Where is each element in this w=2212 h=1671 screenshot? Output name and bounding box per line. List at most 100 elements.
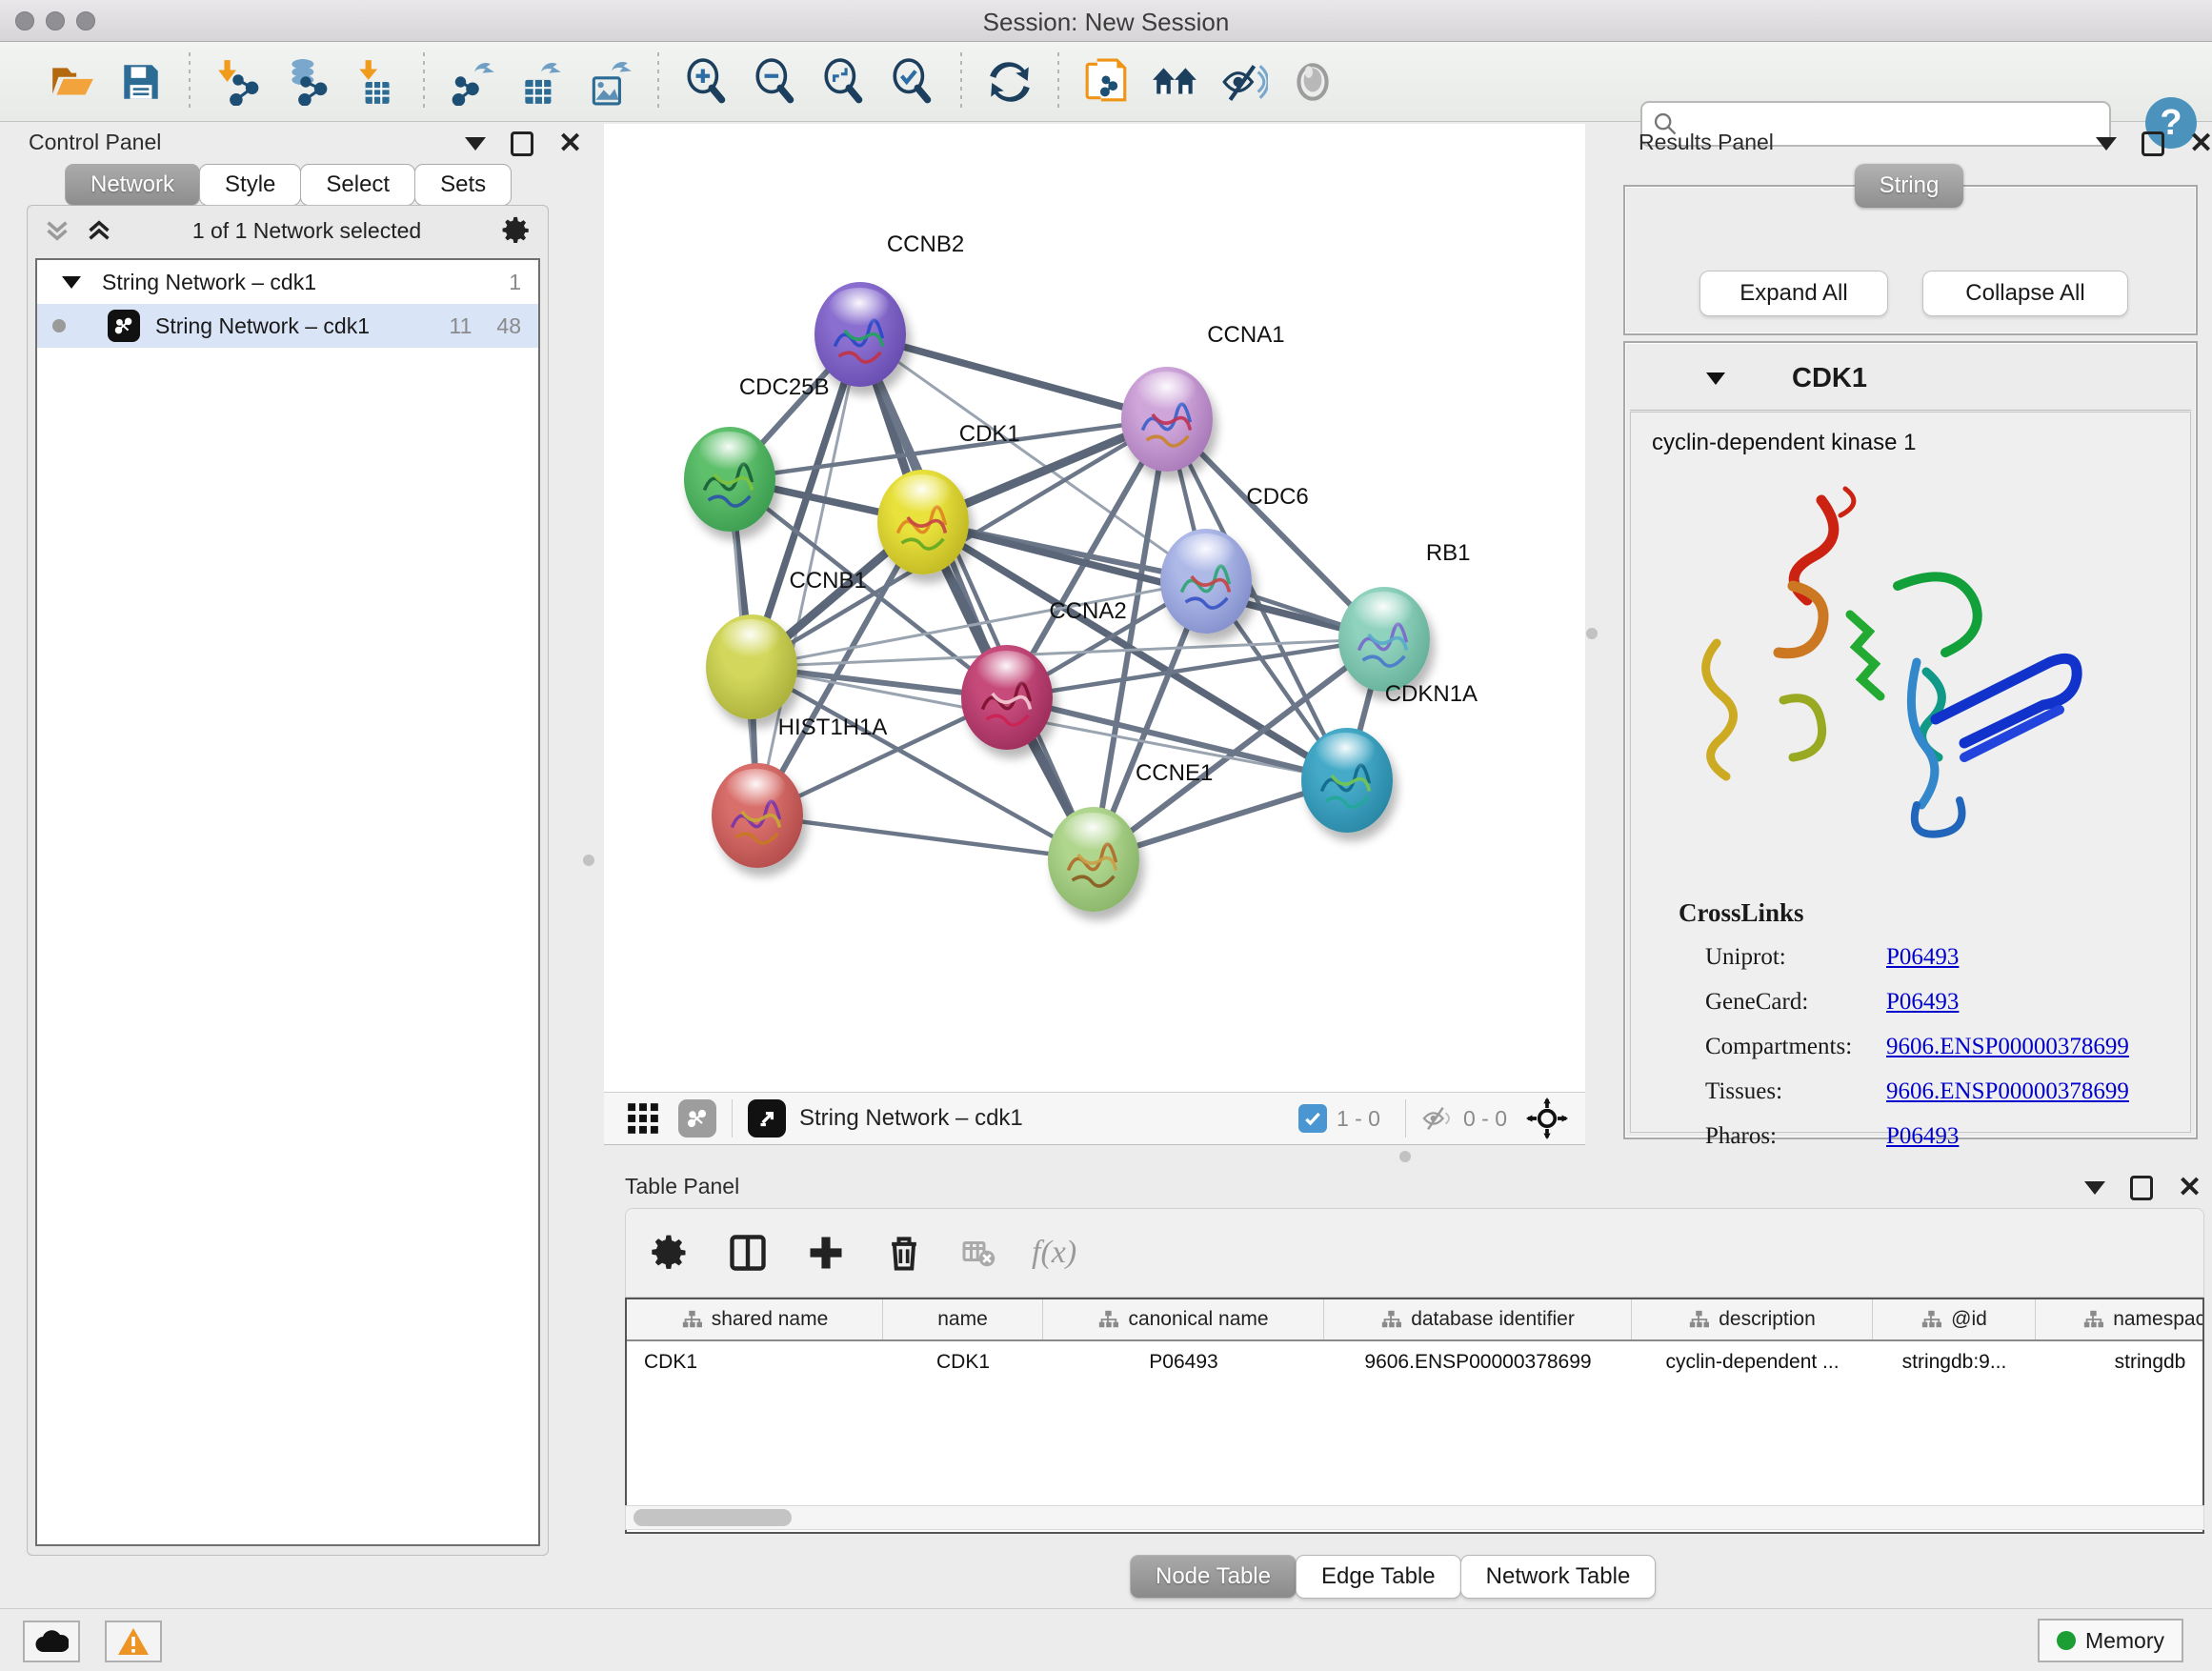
gear-icon[interactable]: [500, 214, 533, 247]
float-panel-icon[interactable]: [511, 131, 533, 156]
tab-string[interactable]: String: [1855, 164, 1963, 208]
table-row[interactable]: CDK1CDK1P064939606.ENSP00000378699cyclin…: [627, 1341, 2202, 1383]
node-CCNA2[interactable]: [961, 645, 1053, 750]
vertical-splitter-handle[interactable]: [1586, 628, 1598, 639]
zoom-selected-icon[interactable]: [878, 48, 947, 116]
open-in-window-icon[interactable]: [748, 1099, 786, 1137]
memory-button[interactable]: Memory: [2038, 1619, 2183, 1662]
fit-selected-crosshair-icon[interactable]: [1526, 1097, 1568, 1139]
collapse-all-icon[interactable]: [43, 218, 71, 243]
collapse-arrow-icon[interactable]: [1706, 372, 1725, 385]
home-icon[interactable]: [1141, 48, 1210, 116]
column-header-canonical-name[interactable]: canonical name: [1043, 1299, 1324, 1339]
edge-HIST1H1A-CCNE1[interactable]: [757, 815, 1094, 859]
gene-header[interactable]: CDK1: [1630, 348, 2191, 411]
birds-eye-view-icon[interactable]: [678, 1099, 716, 1137]
table-cell[interactable]: 9606.ENSP00000378699: [1324, 1341, 1632, 1383]
table-cell[interactable]: P06493: [1043, 1341, 1324, 1383]
close-panel-icon[interactable]: ✕: [558, 131, 582, 156]
tab-network-table[interactable]: Network Table: [1460, 1555, 1657, 1599]
float-panel-icon[interactable]: [2130, 1176, 2153, 1200]
tab-network[interactable]: Network: [65, 164, 200, 206]
delete-table-icon[interactable]: [961, 1232, 995, 1274]
node-CDC6[interactable]: [1160, 529, 1252, 634]
open-session-icon[interactable]: [38, 48, 107, 116]
table-cell[interactable]: cyclin-dependent ...: [1632, 1341, 1873, 1383]
column-header--id[interactable]: @id: [1873, 1299, 2036, 1339]
node-CCNB1[interactable]: [706, 614, 797, 719]
panel-menu-icon[interactable]: [2084, 1181, 2105, 1195]
float-panel-icon[interactable]: [2142, 131, 2164, 156]
import-database-icon[interactable]: [272, 48, 341, 116]
hide-selected-icon[interactable]: [1210, 48, 1278, 116]
horizontal-splitter-handle[interactable]: [1399, 1151, 1411, 1162]
node-CDKN1A[interactable]: [1301, 728, 1393, 833]
export-image-icon[interactable]: [575, 48, 644, 116]
crosslink-link[interactable]: P06493: [1886, 989, 1959, 1016]
node-CDC25B[interactable]: [684, 427, 775, 532]
edge-CCNB2-CCNE1[interactable]: [860, 334, 1094, 859]
crosslink-link[interactable]: 9606.ENSP00000378699: [1886, 1078, 2129, 1105]
export-network-icon[interactable]: [438, 48, 507, 116]
tab-select[interactable]: Select: [300, 164, 415, 206]
delete-icon[interactable]: [883, 1232, 925, 1274]
close-panel-icon[interactable]: ✕: [2189, 131, 2212, 156]
node-CCNB2[interactable]: [814, 282, 906, 387]
panel-menu-icon[interactable]: [2096, 137, 2117, 151]
scrollbar-thumb[interactable]: [633, 1509, 792, 1526]
column-header-database-identifier[interactable]: database identifier: [1324, 1299, 1632, 1339]
protein-thumbnail-icon: [1172, 552, 1241, 621]
column-header-shared-name[interactable]: shared name: [627, 1299, 883, 1339]
columns-icon[interactable]: [727, 1232, 769, 1274]
import-table-icon[interactable]: [341, 48, 410, 116]
edge-CCNB2-CCNA1[interactable]: [860, 334, 1167, 418]
warnings-button[interactable]: [105, 1621, 162, 1662]
grid-view-icon[interactable]: [625, 1100, 661, 1137]
string-document-icon[interactable]: [1073, 48, 1141, 116]
tab-sets[interactable]: Sets: [414, 164, 512, 206]
show-preview-icon[interactable]: [1278, 48, 1347, 116]
function-builder-icon[interactable]: f(x): [1032, 1235, 1076, 1271]
hidden-eye-icon[interactable]: [1421, 1104, 1454, 1133]
save-session-icon[interactable]: [107, 48, 175, 116]
panel-menu-icon[interactable]: [465, 137, 486, 151]
export-table-icon[interactable]: [507, 48, 575, 116]
add-column-icon[interactable]: [805, 1232, 847, 1274]
column-header-name[interactable]: name: [883, 1299, 1043, 1339]
column-header-namespace[interactable]: namespace: [2036, 1299, 2204, 1339]
selected-checkbox-icon[interactable]: [1298, 1104, 1327, 1133]
tab-node-table[interactable]: Node Table: [1130, 1555, 1297, 1599]
table-cell[interactable]: stringdb: [2036, 1341, 2204, 1383]
crosslink-link[interactable]: P06493: [1886, 944, 1959, 971]
collapse-arrow-icon[interactable]: [62, 276, 81, 289]
close-panel-icon[interactable]: ✕: [2178, 1176, 2202, 1200]
column-header-description[interactable]: description: [1632, 1299, 1873, 1339]
tab-style[interactable]: Style: [199, 164, 301, 206]
tab-edge-table[interactable]: Edge Table: [1296, 1555, 1461, 1599]
table-cell[interactable]: stringdb:9...: [1873, 1341, 2036, 1383]
node-CDK1[interactable]: [877, 470, 969, 574]
expand-all-button[interactable]: Expand All: [1699, 271, 1888, 316]
table-cell[interactable]: CDK1: [883, 1341, 1043, 1383]
node-CCNA1[interactable]: [1121, 367, 1213, 472]
gear-icon[interactable]: [649, 1232, 691, 1274]
refresh-icon[interactable]: [975, 48, 1044, 116]
vertical-splitter-handle[interactable]: [583, 855, 594, 866]
zoom-out-icon[interactable]: [741, 48, 810, 116]
network-canvas[interactable]: CCNB2CCNA1CDC25BCDK1CDC6RB1CCNB1CCNA2HIS…: [604, 124, 1585, 1092]
node-HIST1H1A[interactable]: [712, 763, 803, 868]
cloud-button[interactable]: [23, 1621, 80, 1662]
node-CCNE1[interactable]: [1048, 807, 1139, 912]
network-collection-row[interactable]: String Network – cdk1 1: [37, 260, 538, 304]
table-cell[interactable]: CDK1: [627, 1341, 883, 1383]
zoom-in-icon[interactable]: [673, 48, 741, 116]
node-RB1[interactable]: [1338, 587, 1430, 692]
collapse-all-button[interactable]: Collapse All: [1922, 271, 2128, 316]
network-row-selected[interactable]: String Network – cdk1 11 48: [37, 304, 538, 348]
table-horizontal-scrollbar[interactable]: [625, 1505, 2204, 1530]
zoom-fit-icon[interactable]: [810, 48, 878, 116]
crosslink-link[interactable]: 9606.ENSP00000378699: [1886, 1034, 2129, 1060]
import-network-icon[interactable]: [204, 48, 272, 116]
expand-all-icon[interactable]: [85, 218, 113, 243]
crosslink-link[interactable]: P06493: [1886, 1123, 1959, 1150]
